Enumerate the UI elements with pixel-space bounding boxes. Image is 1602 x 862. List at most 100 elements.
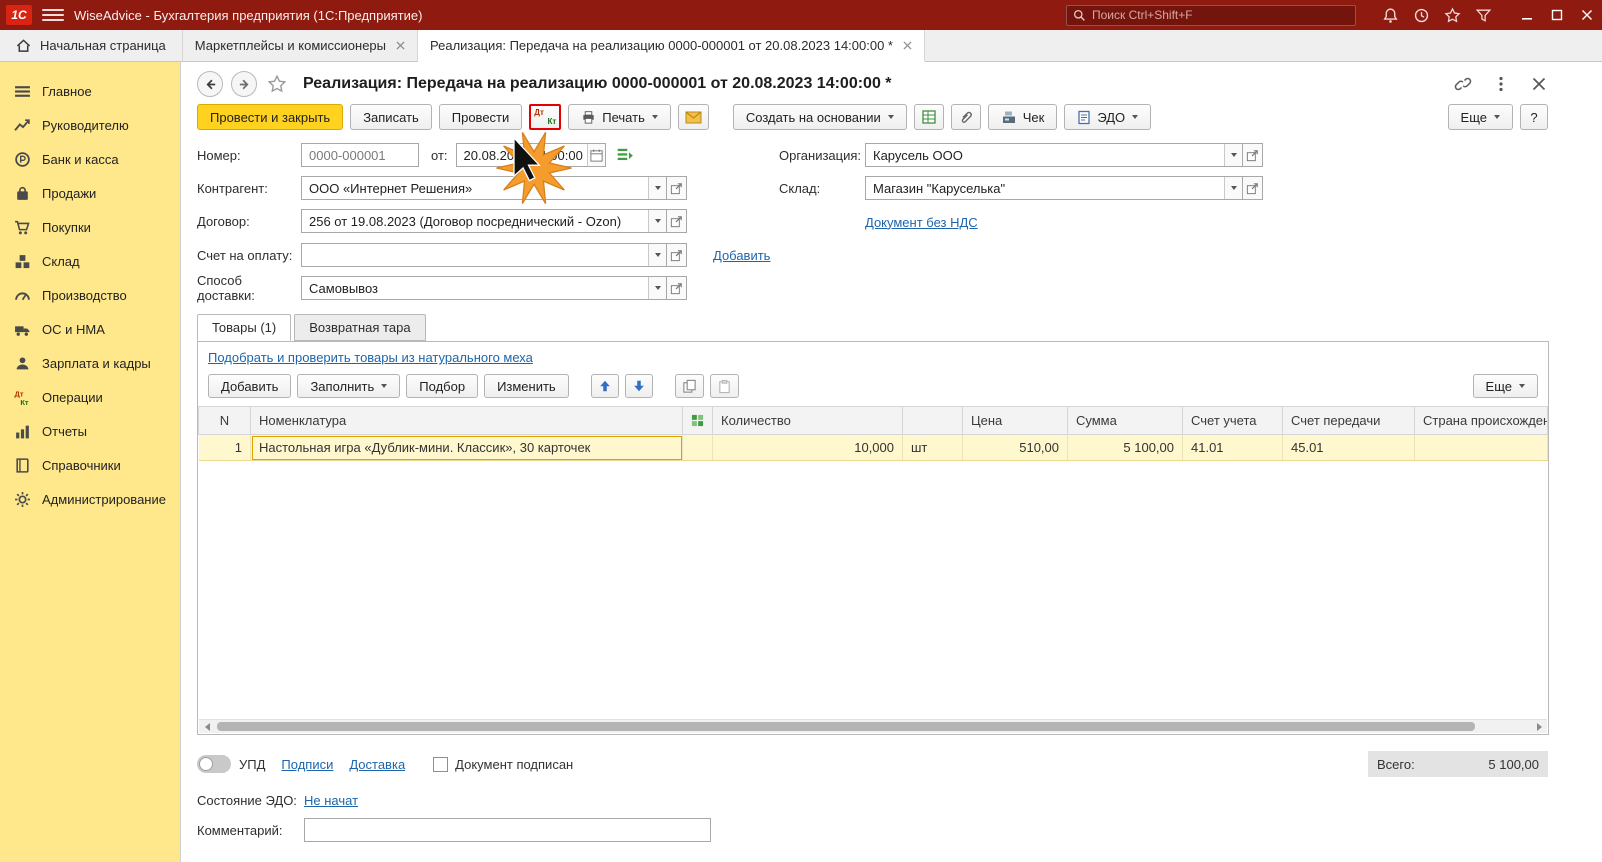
add-invoice-link[interactable]: Добавить	[713, 248, 770, 263]
warehouse-field[interactable]: Магазин "Каруселька"	[865, 176, 1243, 200]
attachments-button[interactable]	[950, 104, 981, 130]
get-link-icon[interactable]	[1454, 75, 1472, 93]
cell-nomenclature[interactable]: Настольная игра «Дублик-мини. Классик», …	[250, 434, 683, 461]
tab-realization[interactable]: Реализация: Передача на реализацию 0000-…	[418, 30, 925, 62]
col-account[interactable]: Счет учета	[1182, 406, 1283, 435]
contract-open-button[interactable]	[667, 209, 687, 233]
related-documents-button[interactable]	[913, 104, 944, 130]
fur-check-link[interactable]: Подобрать и проверить товары из натураль…	[208, 350, 533, 365]
contract-dropdown-button[interactable]	[648, 210, 666, 232]
calendar-button[interactable]	[586, 144, 605, 166]
scroll-right-button[interactable]	[1531, 720, 1547, 734]
grid-fill-button[interactable]: Заполнить	[297, 374, 401, 398]
upd-toggle[interactable]	[197, 755, 231, 773]
paste-rows-button[interactable]	[709, 374, 739, 398]
col-marking[interactable]	[682, 406, 713, 435]
col-country[interactable]: Страна происхождения	[1414, 406, 1548, 435]
favorites-star-icon[interactable]	[1444, 6, 1461, 24]
document-movements-icon[interactable]	[616, 146, 634, 164]
print-button[interactable]: Печать	[568, 104, 671, 130]
cell-country[interactable]	[1414, 434, 1548, 461]
sidebar-item-proizvodstvo[interactable]: Производство	[0, 278, 180, 312]
cell-account[interactable]: 41.01	[1182, 434, 1283, 461]
sidebar-item-prodazhi[interactable]: Продажи	[0, 176, 180, 210]
no-vat-link[interactable]: Документ без НДС	[865, 215, 978, 230]
sidebar-item-zarplata-kadry[interactable]: Зарплата и кадры	[0, 346, 180, 380]
sidebar-item-glavnoe[interactable]: Главное	[0, 74, 180, 108]
tab-returnable-tare[interactable]: Возвратная тара	[294, 314, 426, 341]
show-postings-dtkt-button[interactable]: Дт Кт	[529, 104, 562, 130]
minimize-button[interactable]	[1512, 0, 1542, 30]
sidebar-item-administrirovanie[interactable]: Администрирование	[0, 482, 180, 516]
cell-n[interactable]: 1	[198, 434, 251, 461]
signatures-link[interactable]: Подписи	[281, 757, 333, 772]
warehouse-dropdown-button[interactable]	[1224, 177, 1242, 199]
delivery-dropdown-button[interactable]	[648, 277, 666, 299]
organization-open-button[interactable]	[1243, 143, 1263, 167]
grid-add-button[interactable]: Добавить	[208, 374, 292, 398]
grid-more-button[interactable]: Еще	[1472, 374, 1538, 398]
back-button[interactable]	[197, 71, 223, 97]
sidebar-item-pokupki[interactable]: Покупки	[0, 210, 180, 244]
delivery-link[interactable]: Доставка	[349, 757, 405, 772]
delivery-method-field[interactable]: Самовывоз	[301, 276, 667, 300]
col-nomenclature[interactable]: Номенклатура	[250, 406, 683, 435]
invoice-open-button[interactable]	[667, 243, 687, 267]
tab-home[interactable]: Начальная страница	[0, 30, 183, 61]
sidebar-item-operacii[interactable]: Дт Кт Операции	[0, 380, 180, 414]
number-field[interactable]: 0000-000001	[301, 143, 419, 167]
col-qty[interactable]: Количество	[712, 406, 903, 435]
grid-pick-button[interactable]: Подбор	[406, 374, 479, 398]
edo-button[interactable]: ЭДО	[1064, 104, 1152, 130]
col-unit[interactable]	[902, 406, 963, 435]
delivery-open-button[interactable]	[667, 276, 687, 300]
scrollbar-thumb[interactable]	[217, 722, 1475, 731]
move-row-up-button[interactable]	[590, 374, 619, 398]
help-button[interactable]: ?	[1520, 104, 1548, 130]
col-price[interactable]: Цена	[962, 406, 1068, 435]
sidebar-item-bank-kassa[interactable]: Банк и касса	[0, 142, 180, 176]
send-email-button[interactable]	[677, 104, 709, 130]
receipt-button[interactable]: Чек	[987, 104, 1058, 130]
tab-close-icon[interactable]	[903, 41, 912, 50]
sidebar-item-otchety[interactable]: Отчеты	[0, 414, 180, 448]
tab-marketplaces[interactable]: Маркетплейсы и комиссионеры	[183, 30, 419, 61]
contract-field[interactable]: 256 от 19.08.2023 (Договор посреднически…	[301, 209, 667, 233]
warehouse-open-button[interactable]	[1243, 176, 1263, 200]
sidebar-item-os-nma[interactable]: ОС и НМА	[0, 312, 180, 346]
global-search[interactable]	[1066, 4, 1356, 26]
cell-qty[interactable]: 10,000	[712, 434, 903, 461]
write-button[interactable]: Записать	[350, 104, 432, 130]
sidebar-item-sklad[interactable]: Склад	[0, 244, 180, 278]
horizontal-scrollbar[interactable]	[199, 719, 1547, 733]
tools-funnel-icon[interactable]	[1475, 7, 1492, 24]
organization-field[interactable]: Карусель ООО	[865, 143, 1243, 167]
document-signed-checkbox[interactable]	[433, 756, 449, 772]
favorite-star-icon[interactable]	[267, 74, 287, 94]
forward-button[interactable]	[231, 71, 257, 97]
more-button[interactable]: Еще	[1447, 104, 1513, 130]
close-document-icon[interactable]	[1530, 75, 1548, 93]
tab-close-icon[interactable]	[396, 41, 405, 50]
counterparty-open-button[interactable]	[667, 176, 687, 200]
tab-goods[interactable]: Товары (1)	[197, 314, 292, 341]
post-and-close-button[interactable]: Провести и закрыть	[197, 104, 344, 130]
move-row-down-button[interactable]	[624, 374, 653, 398]
create-based-on-button[interactable]: Создать на основании	[732, 104, 907, 130]
comment-input[interactable]	[304, 818, 711, 842]
post-button[interactable]: Провести	[438, 104, 523, 130]
history-icon[interactable]	[1413, 7, 1430, 24]
invoice-field[interactable]	[301, 243, 667, 267]
scroll-left-button[interactable]	[199, 720, 215, 734]
organization-dropdown-button[interactable]	[1224, 144, 1242, 166]
table-row[interactable]: 1 Настольная игра «Дублик-мини. Классик»…	[198, 434, 1548, 461]
grid-edit-button[interactable]: Изменить	[484, 374, 569, 398]
sidebar-item-rukovoditelyu[interactable]: Руководителю	[0, 108, 180, 142]
cell-unit[interactable]: шт	[902, 434, 963, 461]
sidebar-item-spravochniki[interactable]: Справочники	[0, 448, 180, 482]
close-window-button[interactable]	[1572, 0, 1602, 30]
cell-marking[interactable]	[682, 434, 713, 461]
col-transfer-account[interactable]: Счет передачи	[1282, 406, 1415, 435]
copy-rows-button[interactable]	[674, 374, 704, 398]
counterparty-dropdown-button[interactable]	[648, 177, 666, 199]
